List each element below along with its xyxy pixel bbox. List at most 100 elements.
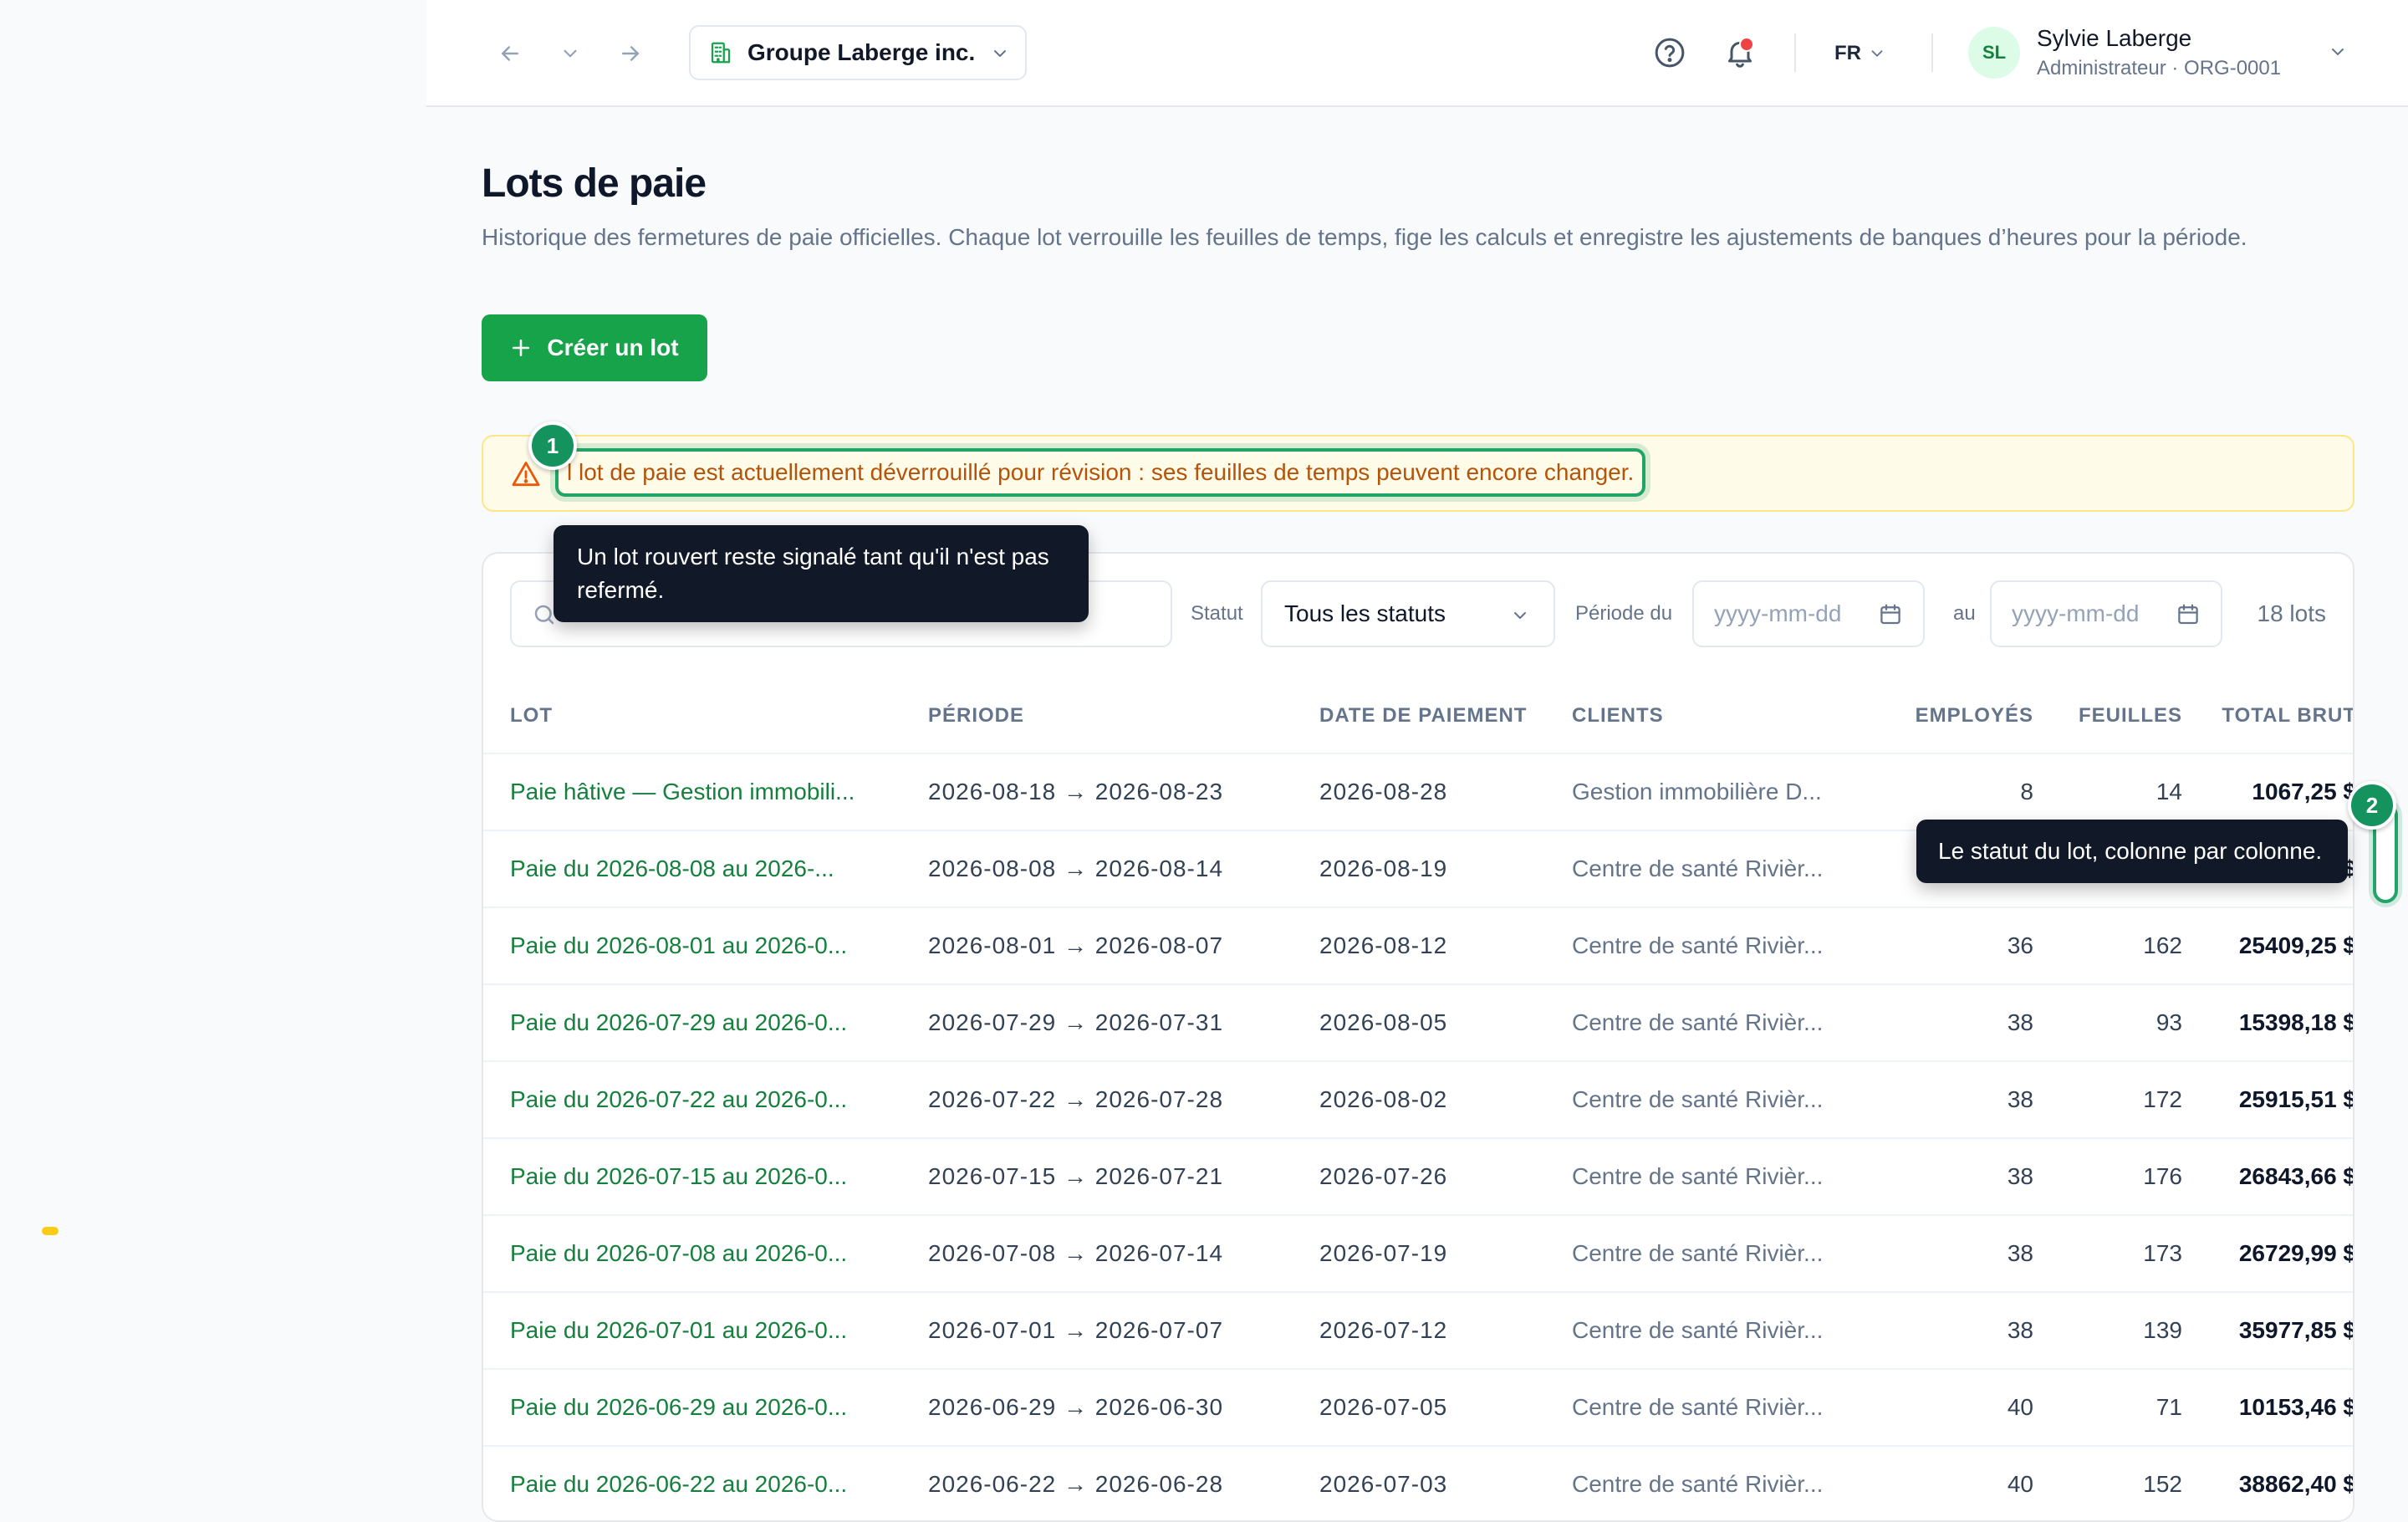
lot-link[interactable]: Paie du 2026-07-01 au 2026-0...: [483, 1292, 911, 1370]
calendar-icon[interactable]: [2176, 602, 2201, 627]
gross-total-cell: 25915,51 $: [2182, 1061, 2353, 1139]
lot-link[interactable]: Paie du 2026-06-29 au 2026-0...: [483, 1369, 911, 1447]
gross-total-cell: 35977,85 $: [2182, 1292, 2353, 1370]
guide-tooltip-2: Le statut du lot, colonne par colonne.: [1916, 820, 2348, 883]
clients-cell: Centre de santé Rivièr...: [1557, 1369, 1868, 1447]
back-button[interactable]: [493, 37, 527, 70]
period-cell: 2026-07-08 → 2026-07-14: [911, 1215, 1303, 1293]
employees-cell: 38: [1868, 1138, 2033, 1216]
pay-date-cell: 2026-07-19: [1303, 1215, 1557, 1293]
table-row[interactable]: Paie du 2026-07-15 au 2026-0... 2026-07-…: [483, 1138, 2353, 1216]
employees-cell: 38: [1868, 984, 2033, 1062]
sheets-cell: 162: [2033, 907, 2182, 985]
building-icon: [707, 39, 734, 66]
lot-link[interactable]: Paie du 2026-07-08 au 2026-0...: [483, 1215, 911, 1293]
lot-link[interactable]: Paie du 2026-08-01 au 2026-0...: [483, 907, 911, 985]
guide-tooltip-1: Un lot rouvert reste signalé tant qu'il …: [554, 525, 1089, 622]
table-row[interactable]: Paie du 2026-06-22 au 2026-0... 2026-06-…: [483, 1446, 2353, 1520]
gross-total-cell: 26729,99 $: [2182, 1215, 2353, 1293]
period-cell: 2026-06-22 → 2026-06-28: [911, 1446, 1303, 1520]
header-divider: [1931, 33, 1933, 72]
chevron-down-icon: [1868, 44, 1886, 63]
employees-cell: 36: [1868, 907, 2033, 985]
history-dropdown-button[interactable]: [554, 37, 587, 70]
table-header-row: LOT PÉRIODE DATE DE PAIEMENT CLIENTS EMP…: [483, 679, 2353, 754]
lot-link[interactable]: Paie du 2026-07-15 au 2026-0...: [483, 1138, 911, 1216]
pay-date-cell: 2026-07-05: [1303, 1369, 1557, 1447]
lot-link[interactable]: Paie du 2026-07-22 au 2026-0...: [483, 1061, 911, 1139]
employees-cell: 40: [1868, 1446, 2033, 1520]
sheets-cell: 173: [2033, 1215, 2182, 1293]
pay-date-cell: 2026-08-28: [1303, 753, 1557, 831]
column-header-gross[interactable]: TOTAL BRUT: [2182, 679, 2353, 754]
notifications-button[interactable]: [1721, 33, 1759, 72]
chevron-down-icon: [1510, 605, 1530, 626]
table-row[interactable]: Paie du 2026-06-29 au 2026-0... 2026-06-…: [483, 1369, 2353, 1447]
page-title: Lots de paie: [482, 161, 707, 206]
period-cell: 2026-07-15 → 2026-07-21: [911, 1138, 1303, 1216]
column-header-employees[interactable]: EMPLOYÉS: [1868, 679, 2033, 754]
arrow-left-icon: [502, 46, 518, 61]
help-button[interactable]: [1650, 33, 1689, 72]
lot-link[interactable]: Paie du 2026-07-29 au 2026-0...: [483, 984, 911, 1062]
organization-switcher[interactable]: Groupe Laberge inc.: [689, 25, 1027, 80]
sheets-cell: 71: [2033, 1369, 2182, 1447]
gross-total-cell: 25409,25 $: [2182, 907, 2353, 985]
clients-cell: Centre de santé Rivièr...: [1557, 907, 1868, 985]
calendar-icon[interactable]: [1878, 602, 1903, 627]
column-header-period[interactable]: PÉRIODE: [911, 679, 1303, 754]
period-to-input[interactable]: yyyy-mm-dd: [1990, 580, 2222, 647]
create-lot-button[interactable]: Créer un lot: [482, 314, 707, 381]
period-cell: 2026-06-29 → 2026-06-30: [911, 1369, 1303, 1447]
employees-cell: 38: [1868, 1292, 2033, 1370]
sheets-cell: 172: [2033, 1061, 2182, 1139]
period-cell: 2026-08-08 → 2026-08-14: [911, 830, 1303, 908]
table-row[interactable]: Paie du 2026-08-01 au 2026-0... 2026-08-…: [483, 907, 2353, 985]
pay-date-cell: 2026-08-02: [1303, 1061, 1557, 1139]
period-from-input[interactable]: yyyy-mm-dd: [1692, 580, 1925, 647]
pay-date-cell: 2026-08-19: [1303, 830, 1557, 908]
chevron-down-icon: [990, 43, 1010, 64]
status-filter-label: Statut: [1191, 602, 1243, 625]
lot-count: 18 lots: [2257, 600, 2327, 626]
notification-badge: [1739, 37, 1754, 52]
table-row[interactable]: Paie du 2026-07-01 au 2026-0... 2026-07-…: [483, 1292, 2353, 1370]
clients-cell: Gestion immobilière D...: [1557, 753, 1868, 831]
column-header-lot[interactable]: LOT: [483, 679, 911, 754]
sheets-cell: 139: [2033, 1292, 2182, 1370]
column-header-pay-date[interactable]: DATE DE PAIEMENT: [1303, 679, 1557, 754]
guide-step-marker-2[interactable]: 2: [2348, 781, 2396, 830]
period-cell: 2026-07-22 → 2026-07-28: [911, 1061, 1303, 1139]
gross-total-cell: 10153,46 $: [2182, 1369, 2353, 1447]
employees-cell: 38: [1868, 1215, 2033, 1293]
pay-date-cell: 2026-08-12: [1303, 907, 1557, 985]
lot-link[interactable]: Paie du 2026-08-08 au 2026-...: [483, 830, 911, 908]
period-cell: 2026-08-18 → 2026-08-23: [911, 753, 1303, 831]
avatar[interactable]: SL: [1968, 27, 2020, 79]
column-header-sheets[interactable]: FEUILLES: [2033, 679, 2182, 754]
pay-date-cell: 2026-08-05: [1303, 984, 1557, 1062]
table-row[interactable]: Paie du 2026-07-29 au 2026-0... 2026-07-…: [483, 984, 2353, 1062]
table-row[interactable]: Paie du 2026-07-08 au 2026-0... 2026-07-…: [483, 1215, 2353, 1293]
lot-link[interactable]: Paie hâtive — Gestion immobili...: [483, 753, 911, 831]
status-select[interactable]: Tous les statuts: [1261, 580, 1555, 647]
left-panel: [0, 0, 426, 1505]
gross-total-cell: 26843,66 $: [2182, 1138, 2353, 1216]
forward-button[interactable]: [614, 37, 647, 70]
guide-step-marker-1[interactable]: 1: [528, 421, 577, 470]
language-selector[interactable]: FR: [1834, 37, 1886, 70]
chevron-down-icon[interactable]: [2328, 42, 2348, 62]
banner-message[interactable]: l lot de paie est actuellement déverroui…: [555, 448, 1646, 497]
period-cell: 2026-07-01 → 2026-07-07: [911, 1292, 1303, 1370]
column-header-clients[interactable]: CLIENTS: [1557, 679, 1868, 754]
lot-link[interactable]: Paie du 2026-06-22 au 2026-0...: [483, 1446, 911, 1520]
language-label: FR: [1834, 42, 1861, 64]
user-name[interactable]: Sylvie Laberge: [2037, 25, 2191, 52]
status-indicator: [42, 1227, 59, 1235]
gross-total-cell: 38862,40 $: [2182, 1446, 2353, 1520]
sheets-cell: 93: [2033, 984, 2182, 1062]
lots-table: LOT PÉRIODE DATE DE PAIEMENT CLIENTS EMP…: [483, 679, 2353, 1520]
gross-total-cell: 15398,18 $: [2182, 984, 2353, 1062]
table-row[interactable]: Paie du 2026-07-22 au 2026-0... 2026-07-…: [483, 1061, 2353, 1139]
clients-cell: Centre de santé Rivièr...: [1557, 1061, 1868, 1139]
